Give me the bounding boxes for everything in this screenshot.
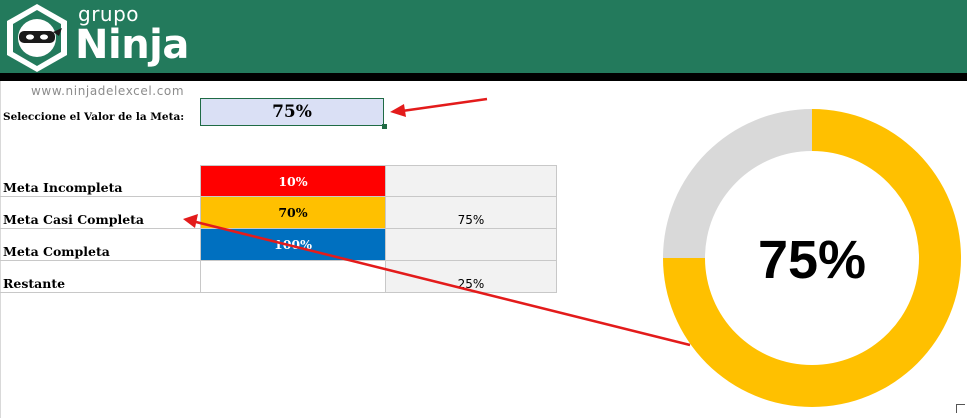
row-label-cell[interactable]: Restante	[0, 261, 200, 293]
website-link[interactable]: www.ninjadelexcel.com	[31, 84, 184, 98]
color-cell-blue[interactable]: 100%	[200, 229, 386, 261]
arrow-head-input	[390, 104, 406, 117]
row-label-cell[interactable]: Meta Casi Completa	[0, 197, 200, 229]
value-cell[interactable]	[386, 165, 557, 197]
value-cell[interactable]	[386, 229, 557, 261]
header-banner: grupo Ninja	[0, 0, 967, 73]
arrow-to-input	[401, 97, 488, 113]
meta-value-cell[interactable]: 75%	[200, 98, 384, 126]
value-cell[interactable]: 75%	[386, 197, 557, 229]
value-cell[interactable]: 25%	[386, 261, 557, 293]
fill-handle[interactable]	[382, 124, 387, 129]
row-label-cell[interactable]: Meta Completa	[0, 229, 200, 261]
color-cell-red[interactable]: 10%	[200, 165, 386, 197]
meta-value-label: Seleccione el Valor de la Meta:	[3, 111, 185, 123]
brand-name: Ninja	[75, 22, 189, 68]
donut-chart[interactable]: 75%	[662, 108, 962, 408]
donut-center-label: 75%	[758, 230, 866, 290]
header-divider	[0, 73, 967, 81]
color-cell-yellow[interactable]: 70%	[200, 197, 386, 229]
color-cell-empty[interactable]	[200, 261, 386, 293]
row-label-cell[interactable]: Meta Incompleta	[0, 165, 200, 197]
ninja-mask-icon	[7, 4, 67, 72]
resize-corner[interactable]	[956, 404, 965, 413]
